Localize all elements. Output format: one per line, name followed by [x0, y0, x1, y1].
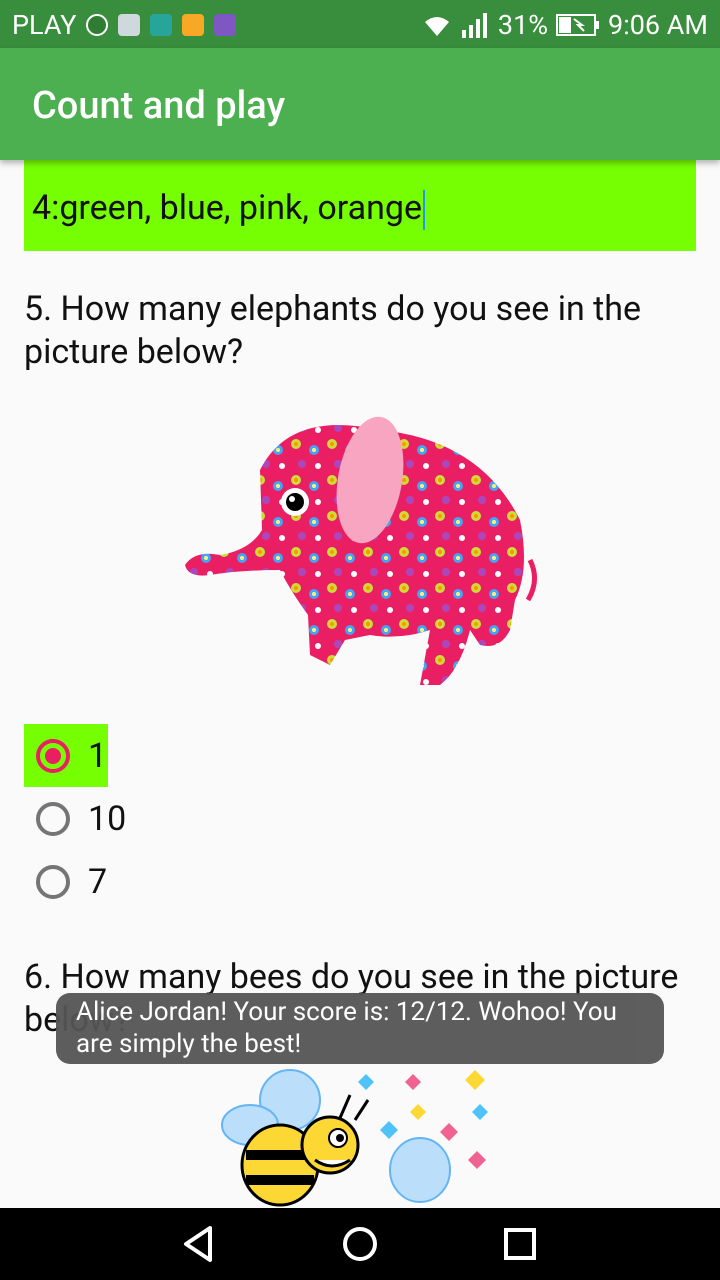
elephant-illustration	[185, 416, 537, 685]
score-toast: Alice Jordan! Your score is: 12/12. Woho…	[56, 993, 664, 1064]
navigation-bar	[0, 1208, 720, 1280]
radio-label: 1	[88, 735, 108, 776]
radio-option-7[interactable]: 7	[24, 850, 324, 913]
status-bar: PLAY 31% 9:06 AM	[0, 0, 720, 48]
wifi-icon	[424, 17, 449, 36]
text-cursor	[423, 190, 425, 231]
home-icon[interactable]	[340, 1224, 380, 1264]
signal-icon	[461, 13, 487, 38]
radio-label: 7	[88, 861, 108, 902]
radio-option-1[interactable]: 1	[24, 724, 108, 787]
radio-button[interactable]	[36, 864, 70, 899]
mail-icon	[118, 14, 141, 36]
radio-button[interactable]	[36, 801, 70, 836]
battery-percent: 31%	[497, 9, 549, 41]
answer-text: 4:green, blue, pink, orange	[32, 188, 425, 231]
back-icon[interactable]	[180, 1224, 220, 1264]
globe-icon	[86, 14, 109, 36]
radio-label: 10	[88, 798, 127, 839]
carrier-label: PLAY	[12, 9, 77, 41]
radio-option-10[interactable]: 10	[24, 787, 324, 850]
answer-field-q4[interactable]: 4:green, blue, pink, orange	[24, 160, 696, 251]
android-icon	[150, 14, 173, 36]
lock-icon	[182, 14, 205, 36]
app-bar: Count and play	[0, 48, 720, 160]
app-title: Count and play	[32, 84, 286, 128]
image-icon	[214, 14, 237, 36]
clock: 9:06 AM	[608, 9, 708, 41]
radio-button-selected[interactable]	[36, 738, 70, 773]
answer-options-q5: 1 10 7	[24, 724, 324, 913]
recents-icon[interactable]	[500, 1224, 540, 1264]
battery-charging-icon	[556, 14, 600, 36]
question-5-text: 5. How many elephants do you see in the …	[24, 289, 642, 372]
bees-illustration	[221, 1069, 488, 1207]
